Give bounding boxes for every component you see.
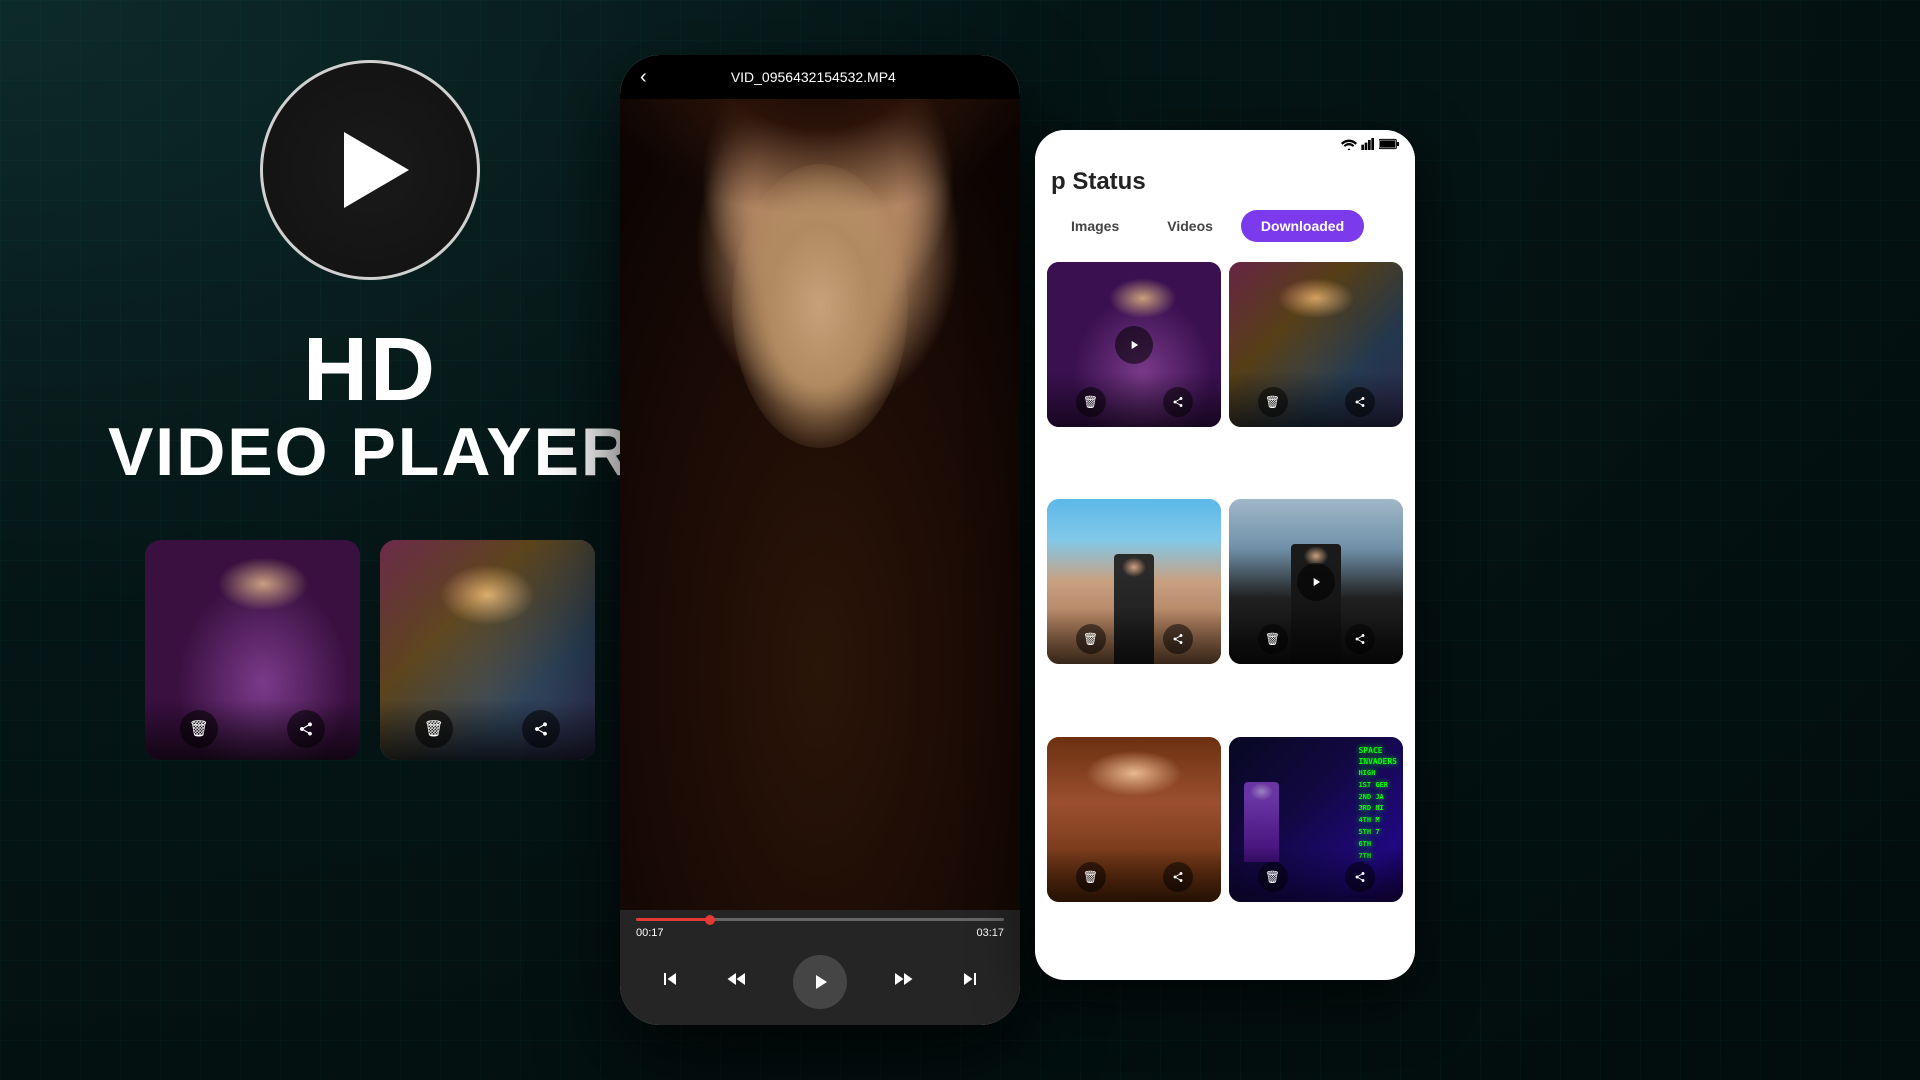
rewind-button[interactable] <box>725 967 749 997</box>
grid-trash-6[interactable]: 🗑 <box>1258 862 1288 892</box>
grid-share-3[interactable] <box>1163 624 1193 654</box>
time-row: 00:17 03:17 <box>636 927 1004 939</box>
left-section: HD VIDEO PLAYER 🗑 <box>80 60 660 760</box>
battery-icon <box>1379 138 1399 150</box>
grid-trash-2[interactable]: 🗑 <box>1258 387 1288 417</box>
progress-bar[interactable] <box>636 918 1004 921</box>
share-icon-1[interactable] <box>287 710 325 748</box>
controls-row <box>636 947 1004 1021</box>
status-bar <box>1035 130 1415 158</box>
grid-overlay-5: 🗑 <box>1047 847 1221 902</box>
grid-share-1[interactable] <box>1163 387 1193 417</box>
grid-share-6[interactable] <box>1345 862 1375 892</box>
wifi-icon <box>1341 138 1357 150</box>
video-thumbnail <box>620 99 1020 910</box>
grid-play-icon-4 <box>1297 563 1335 601</box>
title-hd: HD <box>108 325 632 415</box>
video-area <box>620 99 1020 910</box>
right-panel: p Status Images Videos Downloaded 🗑 <box>1035 130 1415 980</box>
progress-fill <box>636 918 710 921</box>
trash-icon-2[interactable]: 🗑 <box>415 710 453 748</box>
fast-forward-button[interactable] <box>891 967 915 997</box>
grid-share-5[interactable] <box>1163 862 1193 892</box>
grid-overlay-3: 🗑 <box>1047 609 1221 664</box>
space-invaders-text: SPACEINVADERS HIGH1ST GER2ND JA3RD HI4TH… <box>1358 745 1397 862</box>
bottom-thumbnails: 🗑 🗑 <box>145 540 595 760</box>
grid-share-2[interactable] <box>1345 387 1375 417</box>
signal-icon <box>1361 138 1375 150</box>
back-button[interactable]: ‹ <box>640 66 647 89</box>
grid-trash-5[interactable]: 🗑 <box>1076 862 1106 892</box>
progress-dot <box>705 915 715 925</box>
phone-frame: ‹ VID_0956432154532.MP4 00:17 03:17 <box>620 55 1020 1025</box>
grid-overlay-2: 🗑 <box>1229 372 1403 427</box>
status-icons <box>1341 138 1399 150</box>
grid-item-5[interactable]: 🗑 <box>1047 737 1221 902</box>
tab-downloaded[interactable]: Downloaded <box>1241 210 1364 242</box>
grid-item-4[interactable]: 🗑 <box>1229 499 1403 664</box>
current-time: 00:17 <box>636 927 664 939</box>
grid-trash-1[interactable]: 🗑 <box>1076 387 1106 417</box>
grid-item-2[interactable]: 🗑 <box>1229 262 1403 427</box>
panel-header: p Status <box>1035 158 1415 210</box>
video-controls: 00:17 03:17 <box>620 910 1020 1025</box>
total-time: 03:17 <box>976 927 1004 939</box>
thumbnail-2[interactable]: 🗑 <box>380 540 595 760</box>
thumbnail-1[interactable]: 🗑 <box>145 540 360 760</box>
grid-share-4[interactable] <box>1345 624 1375 654</box>
app-logo <box>260 60 480 280</box>
share-icon-2[interactable] <box>522 710 560 748</box>
grid-overlay-6: 🗑 <box>1229 847 1403 902</box>
grid-item-1[interactable]: 🗑 <box>1047 262 1221 427</box>
thumb-1-icons: 🗑 <box>145 710 360 748</box>
grid-play-icon-1 <box>1115 326 1153 364</box>
video-filename: VID_0956432154532.MP4 <box>731 69 896 85</box>
media-grid: 🗑 🗑 🗑 <box>1035 254 1415 974</box>
play-icon <box>344 132 409 208</box>
panel-title: p Status <box>1051 168 1399 196</box>
grid-trash-3[interactable]: 🗑 <box>1076 624 1106 654</box>
tab-videos[interactable]: Videos <box>1147 210 1233 242</box>
grid-item-6[interactable]: SPACEINVADERS HIGH1ST GER2ND JA3RD HI4TH… <box>1229 737 1403 902</box>
grid-overlay-4: 🗑 <box>1229 609 1403 664</box>
title-video-player: VIDEO PLAYER <box>108 415 632 490</box>
app-title: HD VIDEO PLAYER <box>108 325 632 490</box>
thumb-2-icons: 🗑 <box>380 710 595 748</box>
grid-trash-4[interactable]: 🗑 <box>1258 624 1288 654</box>
skip-to-end-button[interactable] <box>958 967 982 997</box>
trash-icon-1[interactable]: 🗑 <box>180 710 218 748</box>
video-top-bar: ‹ VID_0956432154532.MP4 <box>620 55 1020 99</box>
tab-row: Images Videos Downloaded <box>1035 210 1415 254</box>
grid-overlay-1: 🗑 <box>1047 372 1221 427</box>
tab-images[interactable]: Images <box>1051 210 1139 242</box>
grid-item-3[interactable]: 🗑 <box>1047 499 1221 664</box>
skip-to-start-button[interactable] <box>658 967 682 997</box>
play-pause-button[interactable] <box>793 955 847 1009</box>
